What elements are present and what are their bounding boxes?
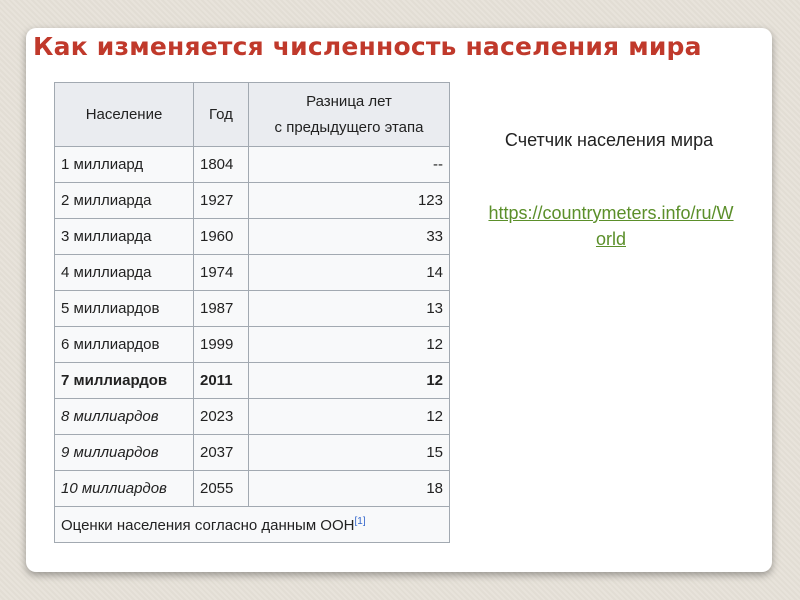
cell-year: 2037 [193, 434, 249, 471]
cell-diff: 12 [248, 398, 450, 435]
table-row: 9 миллиардов 2037 15 [54, 434, 450, 471]
cell-population: 3 миллиарда [54, 218, 194, 255]
table-row: 1 миллиард 1804 -- [54, 146, 450, 183]
table-row: 3 миллиарда 1960 33 [54, 218, 450, 255]
header-diff-line-1: Разница лет [306, 92, 392, 110]
population-table: Население Год Разница лет с предыдущего … [54, 82, 450, 543]
table-header-row: Население Год Разница лет с предыдущего … [54, 82, 450, 147]
cell-diff: 123 [248, 182, 450, 219]
table-row: 7 миллиардов 2011 12 [54, 362, 450, 399]
table-row: 10 миллиардов 2055 18 [54, 470, 450, 507]
header-diff-line-2: с предыдущего этапа [274, 118, 424, 136]
cell-diff: 15 [248, 434, 450, 471]
footnote-ref-link[interactable]: [1] [354, 516, 365, 527]
cell-diff: 14 [248, 254, 450, 291]
cell-population: 6 миллиардов [54, 326, 194, 363]
cell-diff: 12 [248, 362, 450, 399]
counter-label: Счетчик населения мира [504, 130, 714, 150]
header-diff: Разница лет с предыдущего этапа [248, 82, 450, 147]
cell-diff: 12 [248, 326, 450, 363]
cell-year: 1804 [193, 146, 249, 183]
cell-diff: -- [248, 146, 450, 183]
cell-population: 5 миллиардов [54, 290, 194, 327]
header-year: Год [193, 82, 249, 147]
footer-text: Оценки населения согласно данным ООН [61, 516, 355, 534]
cell-year: 2023 [193, 398, 249, 435]
cell-population: 1 миллиард [54, 146, 194, 183]
cell-population: 9 миллиардов [54, 434, 194, 471]
cell-diff: 33 [248, 218, 450, 255]
table-row: 5 миллиардов 1987 13 [54, 290, 450, 327]
cell-population: 4 миллиарда [54, 254, 194, 291]
header-population: Население [54, 82, 194, 147]
cell-year: 1974 [193, 254, 249, 291]
table-footer-row: Оценки населения согласно данным ООН[1] [54, 506, 450, 543]
table-row: 2 миллиарда 1927 123 [54, 182, 450, 219]
countrymeters-link[interactable]: https://countrymeters.info/ru/World [488, 200, 734, 252]
cell-year: 2055 [193, 470, 249, 507]
cell-population: 2 миллиарда [54, 182, 194, 219]
cell-year: 1927 [193, 182, 249, 219]
cell-population: 7 миллиардов [54, 362, 194, 399]
table-row: 4 миллиарда 1974 14 [54, 254, 450, 291]
table-row: 6 миллиардов 1999 12 [54, 326, 450, 363]
cell-year: 1999 [193, 326, 249, 363]
cell-diff: 13 [248, 290, 450, 327]
slide-title: Как изменяется численность населения мир… [33, 32, 702, 61]
table-body: 1 миллиард 1804 -- 2 миллиарда 1927 123 3 милл… [54, 146, 450, 507]
table-row: 8 миллиардов 2023 12 [54, 398, 450, 435]
cell-population: 8 миллиардов [54, 398, 194, 435]
cell-population: 10 миллиардов [54, 470, 194, 507]
cell-year: 1960 [193, 218, 249, 255]
table-footer-note: Оценки населения согласно данным ООН[1] [54, 506, 450, 543]
cell-diff: 18 [248, 470, 450, 507]
cell-year: 1987 [193, 290, 249, 327]
cell-year: 2011 [193, 362, 249, 399]
